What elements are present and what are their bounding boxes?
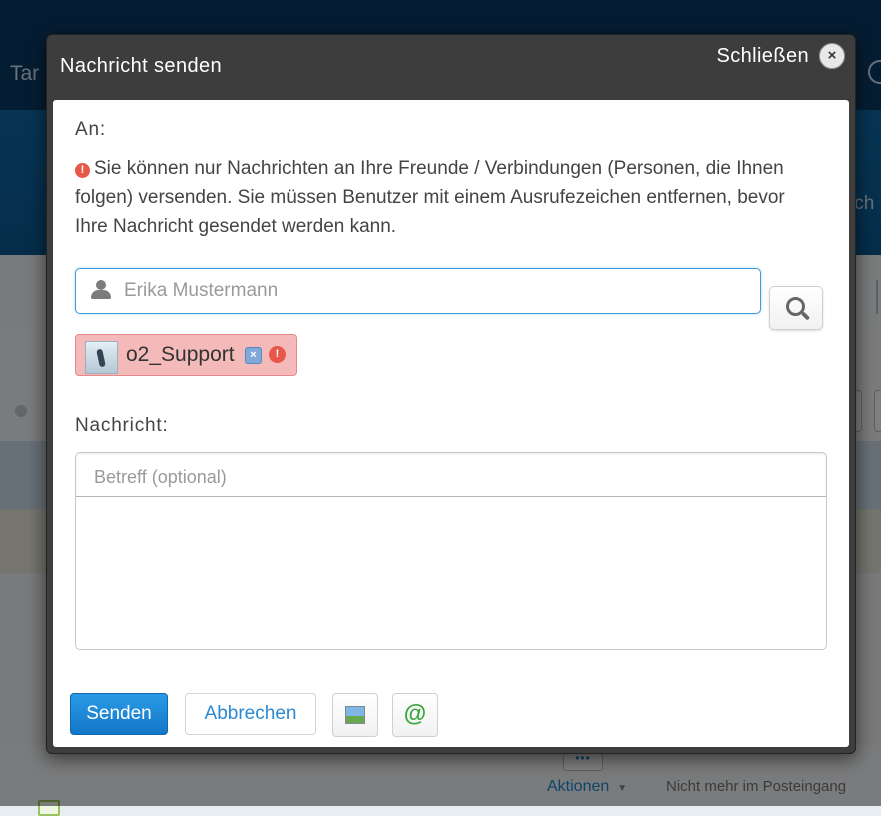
message-body-textarea[interactable] bbox=[76, 497, 830, 653]
dialog-body: An: ! Sie können nur Nachrichten an Ihre … bbox=[53, 100, 849, 747]
recipient-input[interactable] bbox=[122, 277, 746, 305]
send-button[interactable]: Senden bbox=[70, 693, 168, 735]
close-button[interactable]: Schließen × bbox=[716, 43, 845, 69]
warning-message: ! Sie können nur Nachrichten an Ihre Freu… bbox=[75, 154, 795, 241]
send-message-dialog: Nachricht senden Schließen × An: ! Sie kö… bbox=[46, 34, 856, 754]
warning-message-text: Sie können nur Nachrichten an Ihre Freun… bbox=[75, 158, 785, 237]
user-icon bbox=[90, 280, 112, 300]
subject-field[interactable] bbox=[75, 452, 827, 497]
cancel-button[interactable]: Abbrechen bbox=[185, 693, 316, 735]
recipient-warning-icon: ! bbox=[269, 346, 286, 363]
avatar bbox=[85, 341, 118, 374]
at-sign-icon: @ bbox=[403, 700, 427, 726]
insert-image-button[interactable] bbox=[332, 693, 378, 737]
recipient-input-field[interactable] bbox=[75, 268, 761, 314]
mention-button[interactable]: @ bbox=[392, 693, 438, 737]
close-label[interactable]: Schließen bbox=[716, 45, 809, 68]
message-body-field[interactable] bbox=[75, 496, 830, 653]
recipient-name: o2_Support bbox=[126, 343, 235, 366]
close-icon[interactable]: × bbox=[819, 43, 845, 69]
message-label: Nachricht: bbox=[75, 415, 169, 436]
remove-recipient-icon[interactable]: × bbox=[245, 347, 262, 364]
dialog-title: Nachricht senden bbox=[60, 55, 223, 77]
warning-icon: ! bbox=[75, 163, 90, 178]
recipient-tag: o2_Support × ! bbox=[75, 334, 297, 376]
image-icon bbox=[345, 706, 365, 724]
subject-input[interactable] bbox=[92, 463, 796, 491]
search-recipient-button[interactable] bbox=[769, 286, 823, 330]
to-label: An: bbox=[75, 119, 106, 140]
